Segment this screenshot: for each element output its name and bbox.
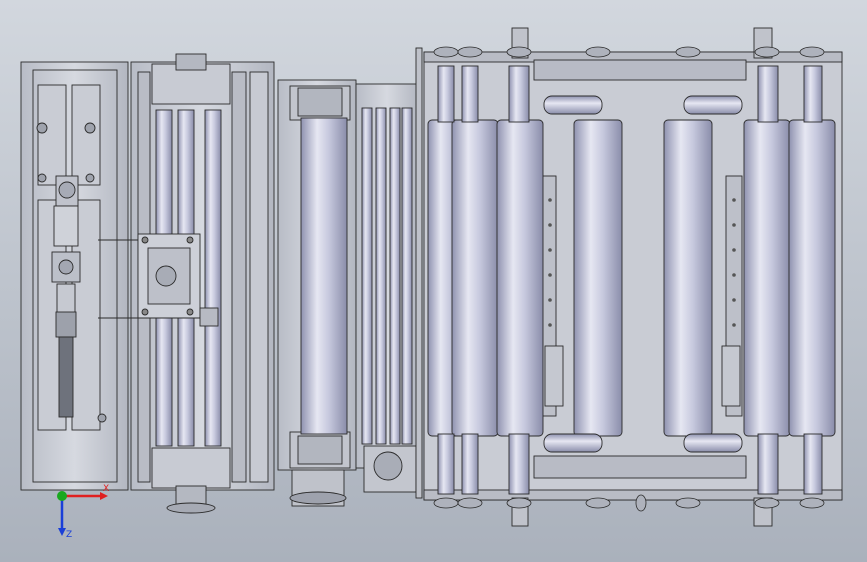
cad-model-view[interactable] [0, 0, 867, 562]
axis-triad: X Z [48, 482, 118, 544]
z-axis-label: Z [66, 530, 73, 540]
graphics-viewport[interactable]: X Z [0, 0, 867, 562]
roller-module-4 [355, 47, 423, 499]
left-end-plate [20, 61, 129, 491]
roller-module-3 [277, 79, 357, 507]
x-axis-label: X [103, 484, 110, 494]
